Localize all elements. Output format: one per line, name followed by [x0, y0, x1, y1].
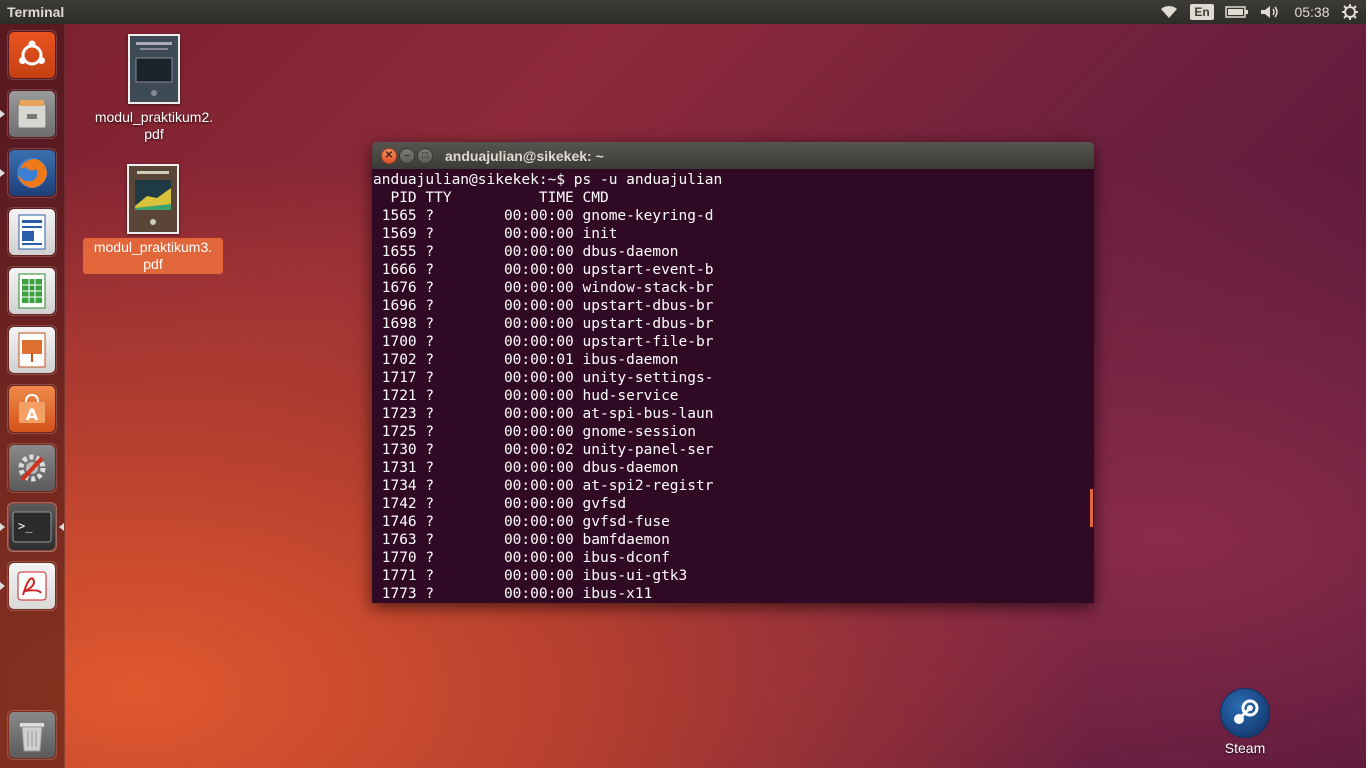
- maximize-icon: □: [421, 150, 429, 161]
- launcher-files-button[interactable]: [7, 89, 57, 139]
- pdf-thumbnail-icon: [128, 34, 180, 104]
- terminal-icon: >_: [9, 504, 55, 550]
- launcher-dash-button[interactable]: [7, 30, 57, 80]
- running-indicator: [0, 169, 5, 177]
- scrollbar-indicator[interactable]: [1090, 489, 1093, 527]
- impress-icon: [9, 327, 55, 373]
- launcher-terminal-button[interactable]: >_: [7, 502, 57, 552]
- trash-icon: [9, 712, 55, 758]
- process-row: 1700 ? 00:00:00 upstart-file-br: [373, 334, 714, 350]
- launcher-impress-button[interactable]: [7, 325, 57, 375]
- firefox-icon: [9, 150, 55, 196]
- process-row: 1569 ? 00:00:00 init: [373, 226, 618, 242]
- steam-icon: [1220, 688, 1270, 738]
- battery-icon[interactable]: [1224, 0, 1250, 24]
- running-indicator: [0, 110, 5, 118]
- process-row: 1730 ? 00:00:02 unity-panel-ser: [373, 442, 714, 458]
- launcher-document-viewer-button[interactable]: [7, 561, 57, 611]
- terminal-output[interactable]: anduajulian@sikekek:~$ ps -u anduajulian…: [372, 169, 1094, 603]
- terminal-window[interactable]: ✕ – □ anduajulian@sikekek: ~ anduajulian…: [372, 142, 1094, 603]
- minimize-button[interactable]: –: [399, 148, 415, 164]
- process-row: 1731 ? 00:00:00 dbus-daemon: [373, 460, 679, 476]
- process-row: 1565 ? 00:00:00 gnome-keyring-d: [373, 208, 714, 224]
- process-row: 1771 ? 00:00:00 ibus-ui-gtk3: [373, 568, 688, 584]
- minimize-icon: –: [404, 150, 410, 161]
- process-row: 1742 ? 00:00:00 gvfsd: [373, 496, 627, 512]
- process-row: 1773 ? 00:00:00 ibus-x11: [373, 586, 653, 602]
- volume-icon[interactable]: [1258, 0, 1282, 24]
- desktop-file-label: modul_praktikum2. pdf: [94, 109, 214, 142]
- launcher-writer-button[interactable]: [7, 207, 57, 257]
- process-row: 1721 ? 00:00:00 hud-service: [373, 388, 679, 404]
- process-row: 1770 ? 00:00:00 ibus-dconf: [373, 550, 670, 566]
- desktop-file-label: modul_praktikum3. pdf: [83, 238, 223, 274]
- wifi-icon[interactable]: [1158, 0, 1180, 24]
- running-indicator: [0, 582, 5, 590]
- process-row: 1655 ? 00:00:00 dbus-daemon: [373, 244, 679, 260]
- process-row: 1698 ? 00:00:00 upstart-dbus-br: [373, 316, 714, 332]
- process-row: 1725 ? 00:00:00 gnome-session: [373, 424, 697, 440]
- pdf-thumbnail-icon: [127, 164, 179, 234]
- desktop-shortcut-label: Steam: [1224, 740, 1266, 756]
- file-cabinet-icon: [9, 91, 55, 137]
- launcher-software-center-button[interactable]: A: [7, 384, 57, 434]
- launcher-calc-button[interactable]: [7, 266, 57, 316]
- close-button[interactable]: ✕: [381, 148, 397, 164]
- desktop-shortcut-steam[interactable]: Steam: [1208, 688, 1282, 756]
- top-panel: Terminal En 05:38: [0, 0, 1366, 24]
- process-row: 1746 ? 00:00:00 gvfsd-fuse: [373, 514, 670, 530]
- svg-text:>_: >_: [18, 519, 33, 533]
- process-row: 1734 ? 00:00:00 at-spi2-registr: [373, 478, 714, 494]
- command-prompt-line: anduajulian@sikekek:~$ ps -u anduajulian: [373, 172, 723, 188]
- desktop-file-modul-praktikum3[interactable]: modul_praktikum3. pdf: [83, 164, 223, 274]
- running-indicator: [0, 523, 5, 531]
- process-row: 1702 ? 00:00:01 ibus-daemon: [373, 352, 679, 368]
- session-gear-icon[interactable]: [1340, 0, 1360, 24]
- launcher-settings-button[interactable]: [7, 443, 57, 493]
- window-titlebar[interactable]: ✕ – □ anduajulian@sikekek: ~: [372, 142, 1094, 169]
- process-row: 1676 ? 00:00:00 window-stack-br: [373, 280, 714, 296]
- maximize-button[interactable]: □: [417, 148, 433, 164]
- focused-indicator: [59, 523, 64, 531]
- clock[interactable]: 05:38: [1290, 0, 1334, 24]
- software-center-icon: A: [9, 386, 55, 432]
- window-title: anduajulian@sikekek: ~: [445, 148, 604, 164]
- process-row: 1717 ? 00:00:00 unity-settings-: [373, 370, 714, 386]
- process-row: 1723 ? 00:00:00 at-spi-bus-laun: [373, 406, 714, 422]
- launcher: A >_: [0, 24, 65, 768]
- settings-wrench-icon: [9, 445, 55, 491]
- ubuntu-logo-icon: [9, 32, 55, 78]
- pdf-viewer-icon: [9, 563, 55, 609]
- active-app-title: Terminal: [7, 4, 65, 20]
- svg-text:A: A: [26, 405, 39, 424]
- launcher-firefox-button[interactable]: [7, 148, 57, 198]
- writer-icon: [9, 209, 55, 255]
- process-row: 1666 ? 00:00:00 upstart-event-b: [373, 262, 714, 278]
- launcher-trash-button[interactable]: [7, 710, 57, 760]
- close-icon: ✕: [384, 150, 394, 161]
- ps-header-line: PID TTY TIME CMD: [373, 190, 609, 206]
- process-row: 1696 ? 00:00:00 upstart-dbus-br: [373, 298, 714, 314]
- desktop-file-modul-praktikum2[interactable]: modul_praktikum2. pdf: [84, 34, 224, 144]
- process-row: 1763 ? 00:00:00 bamfdaemon: [373, 532, 670, 548]
- calc-icon: [9, 268, 55, 314]
- keyboard-layout-indicator[interactable]: En: [1190, 0, 1214, 24]
